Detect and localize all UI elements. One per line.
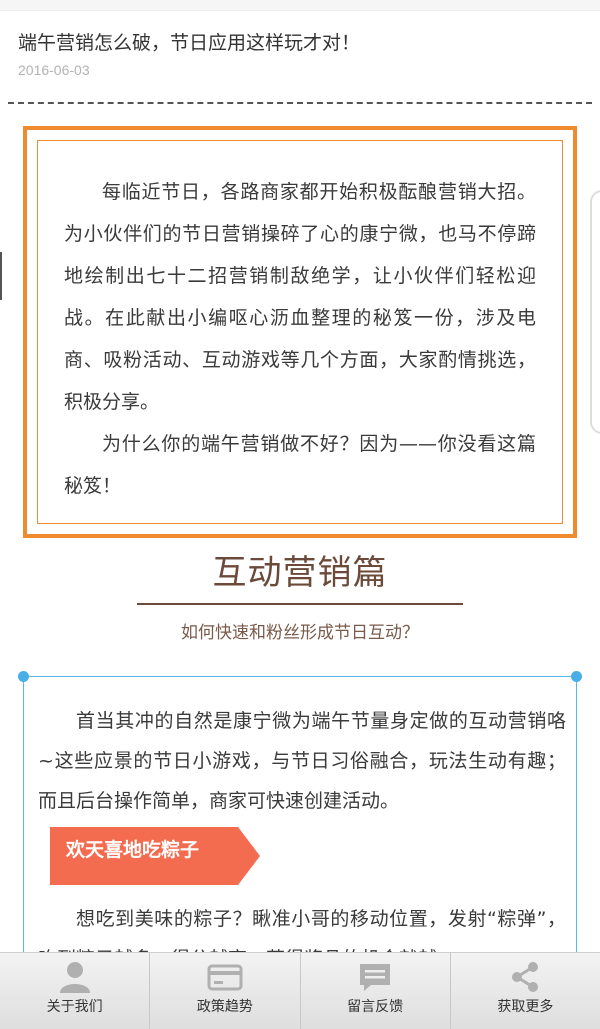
nav-get-more[interactable]: 获取更多 xyxy=(451,953,600,1029)
left-edge-marker xyxy=(0,252,2,300)
section-underline xyxy=(137,603,463,605)
nav-label: 关于我们 xyxy=(46,999,103,1015)
right-drag-handle[interactable] xyxy=(571,671,582,682)
intro-paragraph-2: 为什么你的端午营销做不好？因为——你没看这篇秘笈！ xyxy=(64,433,536,497)
intro-paragraph-1: 每临近节日，各路商家都开始积极酝酿营销大招。为小伙伴们的节日营销操碎了心的康宁微… xyxy=(64,181,536,413)
dashed-divider xyxy=(8,102,592,104)
tag-banner: 欢天喜地吃粽子 xyxy=(50,827,260,885)
nav-feedback[interactable]: 留言反馈 xyxy=(301,953,451,1029)
intro-box: 每临近节日，各路商家都开始积极酝酿营销大招。为小伙伴们的节日营销操碎了心的康宁微… xyxy=(23,126,577,538)
right-edge-scroll-indicator xyxy=(590,190,600,434)
message-icon xyxy=(360,964,391,991)
nav-label: 留言反馈 xyxy=(347,999,404,1015)
left-drag-handle[interactable] xyxy=(18,671,29,682)
intro-inner-frame: 每临近节日，各路商家都开始积极酝酿营销大招。为小伙伴们的节日营销操碎了心的康宁微… xyxy=(37,140,563,524)
share-icon xyxy=(512,962,539,992)
nav-label: 获取更多 xyxy=(497,999,554,1015)
article-title: 端午营销怎么破，节日应用这样玩才对！ xyxy=(18,32,361,54)
card-icon xyxy=(207,964,243,991)
bottom-nav-bar: 关于我们 政策趋势 留言反馈 获取更多 xyxy=(0,952,600,1029)
nav-policy-trends[interactable]: 政策趋势 xyxy=(150,953,301,1029)
user-icon xyxy=(59,962,90,993)
top-status-strip xyxy=(0,0,600,11)
nav-about-us[interactable]: 关于我们 xyxy=(0,953,151,1029)
article-date: 2016-06-03 xyxy=(18,62,90,78)
content-box: 首当其冲的自然是康宁微为端午节量身定做的互动营销咯~这些应景的节日小游戏，与节日… xyxy=(18,671,582,976)
content-paragraph-1: 首当其冲的自然是康宁微为端午节量身定做的互动营销咯~这些应景的节日小游戏，与节日… xyxy=(38,710,566,812)
section-subtitle: 如何快速和粉丝形成节日互动？ xyxy=(181,623,419,643)
section-title: 互动营销篇 xyxy=(212,553,388,593)
tag-banner-label: 欢天喜地吃粽子 xyxy=(66,839,200,861)
nav-label: 政策趋势 xyxy=(196,999,253,1015)
